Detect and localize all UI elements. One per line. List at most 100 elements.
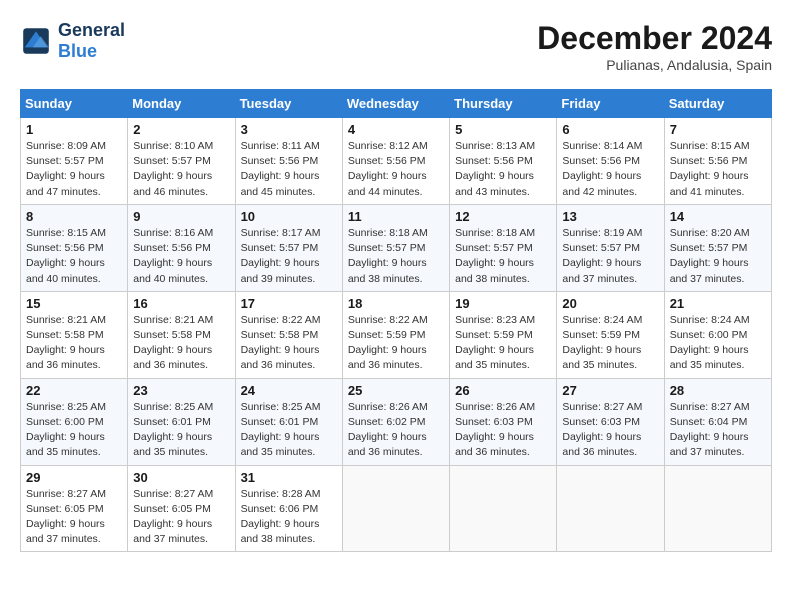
title-block: December 2024 Pulianas, Andalusia, Spain (537, 20, 772, 73)
day-number: 27 (562, 383, 658, 398)
day-info: Sunrise: 8:27 AMSunset: 6:04 PMDaylight:… (670, 400, 766, 461)
day-info: Sunrise: 8:15 AMSunset: 5:56 PMDaylight:… (670, 139, 766, 200)
calendar-cell: 22 Sunrise: 8:25 AMSunset: 6:00 PMDaylig… (21, 378, 128, 465)
day-number: 22 (26, 383, 122, 398)
calendar-cell: 29 Sunrise: 8:27 AMSunset: 6:05 PMDaylig… (21, 465, 128, 552)
calendar-cell (342, 465, 449, 552)
calendar-cell: 2 Sunrise: 8:10 AMSunset: 5:57 PMDayligh… (128, 118, 235, 205)
day-info: Sunrise: 8:24 AMSunset: 5:59 PMDaylight:… (562, 313, 658, 374)
day-number: 29 (26, 470, 122, 485)
day-info: Sunrise: 8:25 AMSunset: 6:01 PMDaylight:… (133, 400, 229, 461)
day-number: 3 (241, 122, 337, 137)
day-info: Sunrise: 8:23 AMSunset: 5:59 PMDaylight:… (455, 313, 551, 374)
calendar-cell: 23 Sunrise: 8:25 AMSunset: 6:01 PMDaylig… (128, 378, 235, 465)
calendar-cell: 13 Sunrise: 8:19 AMSunset: 5:57 PMDaylig… (557, 204, 664, 291)
calendar-cell: 17 Sunrise: 8:22 AMSunset: 5:58 PMDaylig… (235, 291, 342, 378)
day-number: 14 (670, 209, 766, 224)
header-saturday: Saturday (664, 90, 771, 118)
header-tuesday: Tuesday (235, 90, 342, 118)
day-info: Sunrise: 8:18 AMSunset: 5:57 PMDaylight:… (455, 226, 551, 287)
day-info: Sunrise: 8:21 AMSunset: 5:58 PMDaylight:… (26, 313, 122, 374)
calendar-cell: 15 Sunrise: 8:21 AMSunset: 5:58 PMDaylig… (21, 291, 128, 378)
day-number: 18 (348, 296, 444, 311)
day-info: Sunrise: 8:27 AMSunset: 6:05 PMDaylight:… (26, 487, 122, 548)
day-number: 9 (133, 209, 229, 224)
day-info: Sunrise: 8:15 AMSunset: 5:56 PMDaylight:… (26, 226, 122, 287)
day-number: 2 (133, 122, 229, 137)
calendar-cell: 9 Sunrise: 8:16 AMSunset: 5:56 PMDayligh… (128, 204, 235, 291)
day-number: 20 (562, 296, 658, 311)
calendar-cell: 19 Sunrise: 8:23 AMSunset: 5:59 PMDaylig… (450, 291, 557, 378)
day-info: Sunrise: 8:20 AMSunset: 5:57 PMDaylight:… (670, 226, 766, 287)
day-info: Sunrise: 8:26 AMSunset: 6:03 PMDaylight:… (455, 400, 551, 461)
calendar-cell: 12 Sunrise: 8:18 AMSunset: 5:57 PMDaylig… (450, 204, 557, 291)
calendar-cell (557, 465, 664, 552)
day-info: Sunrise: 8:19 AMSunset: 5:57 PMDaylight:… (562, 226, 658, 287)
calendar-cell: 10 Sunrise: 8:17 AMSunset: 5:57 PMDaylig… (235, 204, 342, 291)
calendar-cell: 21 Sunrise: 8:24 AMSunset: 6:00 PMDaylig… (664, 291, 771, 378)
header-monday: Monday (128, 90, 235, 118)
day-number: 28 (670, 383, 766, 398)
calendar-cell: 26 Sunrise: 8:26 AMSunset: 6:03 PMDaylig… (450, 378, 557, 465)
day-number: 1 (26, 122, 122, 137)
day-number: 6 (562, 122, 658, 137)
calendar-header-row: Sunday Monday Tuesday Wednesday Thursday… (21, 90, 772, 118)
calendar-cell: 3 Sunrise: 8:11 AMSunset: 5:56 PMDayligh… (235, 118, 342, 205)
day-number: 11 (348, 209, 444, 224)
day-number: 21 (670, 296, 766, 311)
calendar-cell: 4 Sunrise: 8:12 AMSunset: 5:56 PMDayligh… (342, 118, 449, 205)
day-number: 23 (133, 383, 229, 398)
logo-icon (20, 25, 52, 57)
calendar-cell: 20 Sunrise: 8:24 AMSunset: 5:59 PMDaylig… (557, 291, 664, 378)
calendar-cell: 5 Sunrise: 8:13 AMSunset: 5:56 PMDayligh… (450, 118, 557, 205)
day-number: 25 (348, 383, 444, 398)
day-info: Sunrise: 8:16 AMSunset: 5:56 PMDaylight:… (133, 226, 229, 287)
day-info: Sunrise: 8:22 AMSunset: 5:59 PMDaylight:… (348, 313, 444, 374)
day-info: Sunrise: 8:12 AMSunset: 5:56 PMDaylight:… (348, 139, 444, 200)
day-number: 19 (455, 296, 551, 311)
day-info: Sunrise: 8:27 AMSunset: 6:05 PMDaylight:… (133, 487, 229, 548)
day-info: Sunrise: 8:24 AMSunset: 6:00 PMDaylight:… (670, 313, 766, 374)
day-info: Sunrise: 8:25 AMSunset: 6:00 PMDaylight:… (26, 400, 122, 461)
calendar-cell: 8 Sunrise: 8:15 AMSunset: 5:56 PMDayligh… (21, 204, 128, 291)
logo: General Blue (20, 20, 125, 62)
page-header: General Blue December 2024 Pulianas, And… (20, 20, 772, 73)
day-number: 16 (133, 296, 229, 311)
calendar-cell: 30 Sunrise: 8:27 AMSunset: 6:05 PMDaylig… (128, 465, 235, 552)
location: Pulianas, Andalusia, Spain (537, 57, 772, 73)
day-number: 24 (241, 383, 337, 398)
header-friday: Friday (557, 90, 664, 118)
logo-text: General Blue (58, 20, 125, 62)
header-thursday: Thursday (450, 90, 557, 118)
calendar-cell: 24 Sunrise: 8:25 AMSunset: 6:01 PMDaylig… (235, 378, 342, 465)
calendar-cell: 11 Sunrise: 8:18 AMSunset: 5:57 PMDaylig… (342, 204, 449, 291)
day-number: 13 (562, 209, 658, 224)
day-number: 30 (133, 470, 229, 485)
calendar-cell: 25 Sunrise: 8:26 AMSunset: 6:02 PMDaylig… (342, 378, 449, 465)
day-number: 5 (455, 122, 551, 137)
day-number: 15 (26, 296, 122, 311)
day-info: Sunrise: 8:09 AMSunset: 5:57 PMDaylight:… (26, 139, 122, 200)
day-info: Sunrise: 8:28 AMSunset: 6:06 PMDaylight:… (241, 487, 337, 548)
day-info: Sunrise: 8:10 AMSunset: 5:57 PMDaylight:… (133, 139, 229, 200)
day-number: 7 (670, 122, 766, 137)
calendar-table: Sunday Monday Tuesday Wednesday Thursday… (20, 89, 772, 552)
day-info: Sunrise: 8:18 AMSunset: 5:57 PMDaylight:… (348, 226, 444, 287)
day-number: 26 (455, 383, 551, 398)
calendar-cell: 31 Sunrise: 8:28 AMSunset: 6:06 PMDaylig… (235, 465, 342, 552)
calendar-cell: 18 Sunrise: 8:22 AMSunset: 5:59 PMDaylig… (342, 291, 449, 378)
header-wednesday: Wednesday (342, 90, 449, 118)
calendar-cell: 28 Sunrise: 8:27 AMSunset: 6:04 PMDaylig… (664, 378, 771, 465)
day-info: Sunrise: 8:17 AMSunset: 5:57 PMDaylight:… (241, 226, 337, 287)
calendar-cell (664, 465, 771, 552)
day-info: Sunrise: 8:14 AMSunset: 5:56 PMDaylight:… (562, 139, 658, 200)
calendar-cell: 1 Sunrise: 8:09 AMSunset: 5:57 PMDayligh… (21, 118, 128, 205)
day-info: Sunrise: 8:22 AMSunset: 5:58 PMDaylight:… (241, 313, 337, 374)
calendar-cell: 7 Sunrise: 8:15 AMSunset: 5:56 PMDayligh… (664, 118, 771, 205)
day-number: 8 (26, 209, 122, 224)
day-number: 12 (455, 209, 551, 224)
day-info: Sunrise: 8:27 AMSunset: 6:03 PMDaylight:… (562, 400, 658, 461)
calendar-cell (450, 465, 557, 552)
calendar-cell: 27 Sunrise: 8:27 AMSunset: 6:03 PMDaylig… (557, 378, 664, 465)
day-number: 31 (241, 470, 337, 485)
